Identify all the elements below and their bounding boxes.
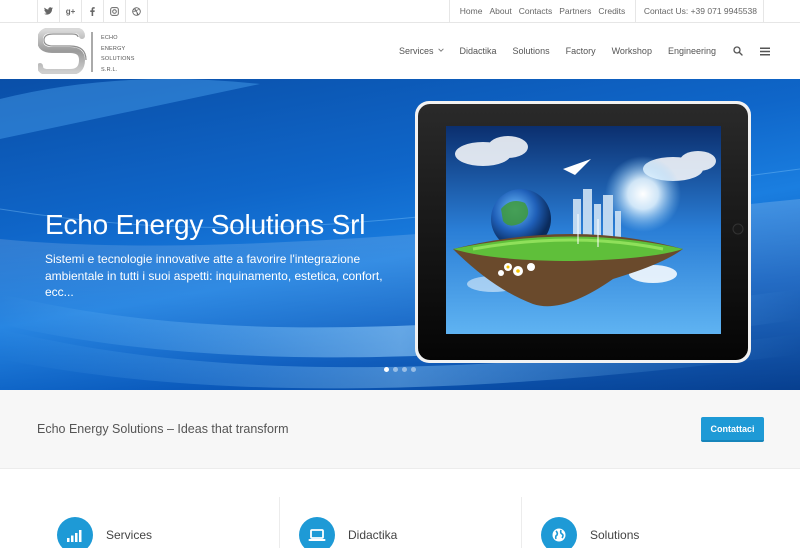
twitter-icon[interactable] — [38, 0, 60, 22]
dribbble-icon[interactable] — [126, 0, 148, 22]
hero-description: Sistemi e tecnologie innovative atte a f… — [45, 252, 383, 299]
feature-label: Solutions — [590, 528, 640, 542]
chevron-down-icon — [437, 48, 444, 54]
divider — [279, 497, 280, 548]
tablet-illustration — [415, 101, 751, 363]
google-plus-icon[interactable]: g+ — [60, 0, 82, 22]
feature-didactika[interactable]: Didactika — [299, 515, 397, 548]
slider-dot[interactable] — [393, 367, 398, 372]
feature-solutions[interactable]: Solutions — [541, 515, 639, 548]
top-link-home[interactable]: Home — [456, 6, 486, 16]
nav-item-label: Services — [399, 46, 434, 56]
nav-item-solutions[interactable]: Solutions — [513, 46, 550, 56]
nav-item-factory[interactable]: Factory — [566, 46, 596, 56]
hero-title: Echo Energy Solutions Srl — [45, 209, 366, 240]
top-link-contacts[interactable]: Contacts — [515, 6, 556, 16]
nav-item-didactika[interactable]: Didactika — [460, 46, 497, 56]
laptop-icon — [299, 517, 335, 548]
logo-line: S.R.L. — [101, 66, 118, 73]
company-logo[interactable]: ECHO ENERGY SOLUTIONS S.R.L. — [36, 27, 148, 75]
contattaci-button[interactable]: Contattaci — [701, 417, 764, 442]
hero-slider[interactable]: Echo Energy Solutions Srl Sistemi e tecn… — [0, 79, 800, 390]
instagram-icon[interactable] — [104, 0, 126, 22]
logo-line: ECHO — [101, 35, 118, 41]
signal-bars-icon — [57, 517, 93, 548]
slider-dot[interactable] — [402, 367, 407, 372]
globe-icon — [541, 517, 577, 548]
logo-line: ENERGY — [101, 45, 126, 52]
features-section: Services Didactika Solutions — [0, 469, 800, 548]
nav-item-services[interactable]: Services — [399, 46, 444, 56]
nav-item-engineering[interactable]: Engineering — [668, 46, 716, 56]
search-icon[interactable] — [733, 46, 743, 56]
slider-pagination — [384, 367, 420, 372]
contact-phone[interactable]: Contact Us: +39 071 9945538 — [634, 0, 764, 22]
feature-label: Didactika — [348, 528, 398, 542]
main-nav: Services Didactika Solutions Factory Wor… — [383, 23, 770, 79]
top-bar: g+ Home About Contacts Partners Credits … — [0, 0, 800, 23]
logo-wordmark: ECHO ENERGY SOLUTIONS S.R.L. — [101, 33, 135, 75]
top-link-about[interactable]: About — [486, 6, 515, 16]
secondary-nav: Home About Contacts Partners Credits — [449, 0, 635, 22]
top-link-credits[interactable]: Credits — [595, 6, 629, 16]
feature-services[interactable]: Services — [57, 515, 152, 548]
top-links: Home About Contacts Partners Credits Con… — [449, 0, 800, 22]
main-header: ECHO ENERGY SOLUTIONS S.R.L. Services Di… — [0, 23, 800, 79]
facebook-icon[interactable] — [82, 0, 104, 22]
tagline-text: Echo Energy Solutions – Ideas that trans… — [37, 422, 289, 436]
feature-label: Services — [106, 528, 153, 542]
top-link-partners[interactable]: Partners — [556, 6, 595, 16]
social-links: g+ — [37, 0, 148, 22]
slider-dot[interactable] — [411, 367, 416, 372]
divider — [521, 497, 522, 548]
hamburger-menu-icon[interactable] — [760, 47, 770, 56]
nav-item-workshop[interactable]: Workshop — [612, 46, 652, 56]
logo-line: SOLUTIONS — [101, 56, 135, 62]
tagline-bar: Echo Energy Solutions – Ideas that trans… — [0, 390, 800, 469]
slider-dot[interactable] — [384, 367, 389, 372]
